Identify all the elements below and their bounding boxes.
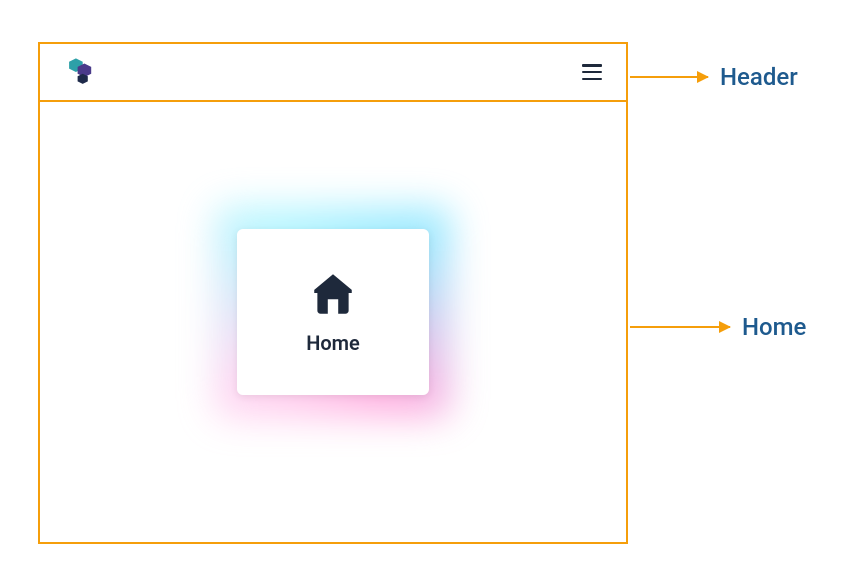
header-bar: [40, 44, 626, 102]
annotation-header-label: Header: [720, 63, 798, 91]
menu-icon[interactable]: [582, 64, 602, 80]
app-logo: [64, 55, 98, 89]
annotation-header: Header: [630, 63, 798, 91]
home-card-wrapper: Home: [237, 229, 429, 395]
annotation-home: Home: [630, 313, 806, 341]
home-icon: [308, 269, 358, 319]
app-frame: Home: [38, 42, 628, 544]
diagram-container: Home: [38, 42, 628, 544]
content-area: Home: [40, 102, 626, 542]
home-card-label: Home: [306, 331, 360, 355]
annotation-home-label: Home: [742, 313, 806, 341]
arrow-icon: [630, 76, 708, 78]
home-card[interactable]: Home: [237, 229, 429, 395]
arrow-icon: [630, 326, 730, 328]
